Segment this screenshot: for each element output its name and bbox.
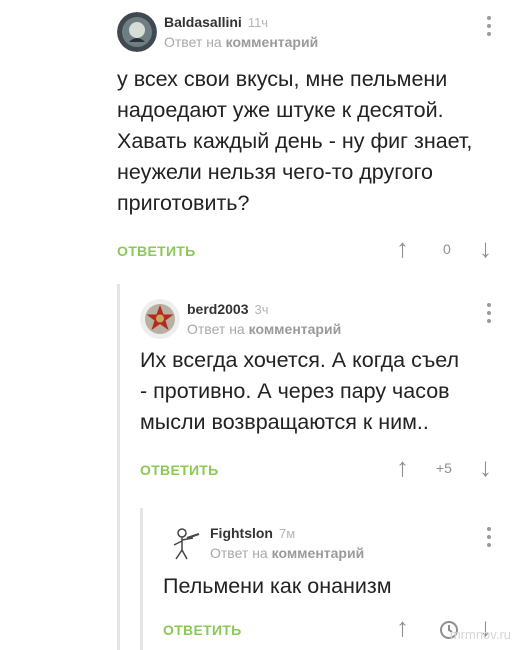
comment: Baldasallini 11ч Ответ на комментарий у в…: [117, 10, 517, 271]
kebab-menu-icon[interactable]: [487, 303, 493, 327]
upvote-icon[interactable]: ↑: [396, 612, 409, 642]
comment-author[interactable]: berd2003 3ч: [187, 301, 269, 317]
comment-text: Их всегда хочется. А когда съел - против…: [140, 348, 460, 434]
reply-to-line: Ответ на комментарий: [210, 545, 365, 561]
kebab-menu-icon[interactable]: [487, 16, 493, 40]
reply-target-link[interactable]: комментарий: [272, 545, 365, 561]
comment-text: у всех свои вкусы, мне пельмени надоедаю…: [117, 67, 473, 215]
reply-to-line: Ответ на комментарий: [164, 34, 319, 50]
upvote-icon[interactable]: ↑: [396, 233, 409, 263]
reply-target-link[interactable]: комментарий: [226, 34, 319, 50]
comment: berd2003 3ч Ответ на комментарий Их всегд…: [140, 297, 517, 490]
reply-button[interactable]: ОТВЕТИТЬ: [163, 622, 242, 638]
reply-button[interactable]: ОТВЕТИТЬ: [117, 243, 196, 259]
thread-line-level-2: [140, 508, 143, 650]
comment-author[interactable]: Baldasallini 11ч: [164, 14, 268, 30]
comment-time: 3ч: [254, 302, 269, 317]
comment-text: Пельмени как онанизм: [163, 574, 392, 598]
downvote-icon[interactable]: ↓: [479, 452, 492, 482]
comment-time: 11ч: [247, 15, 269, 30]
thread-line-level-1: [117, 284, 120, 650]
rating-value: 0: [443, 241, 451, 257]
soldier-sketch-icon[interactable]: [163, 523, 203, 563]
rating-value: +5: [436, 460, 452, 476]
kebab-menu-icon[interactable]: [487, 527, 493, 551]
reply-target-link[interactable]: комментарий: [249, 321, 342, 337]
watermark: mrmnov.ru: [449, 627, 511, 642]
reply-button[interactable]: ОТВЕТИТЬ: [140, 462, 219, 478]
downvote-icon[interactable]: ↓: [479, 233, 492, 263]
reply-to-line: Ответ на комментарий: [187, 321, 342, 337]
upvote-icon[interactable]: ↑: [396, 452, 409, 482]
comment-time: 7м: [279, 526, 296, 541]
emblem-avatar-icon[interactable]: [117, 12, 157, 52]
red-star-order-icon[interactable]: [140, 299, 180, 339]
comment-author[interactable]: Fightslon 7м: [210, 525, 295, 541]
